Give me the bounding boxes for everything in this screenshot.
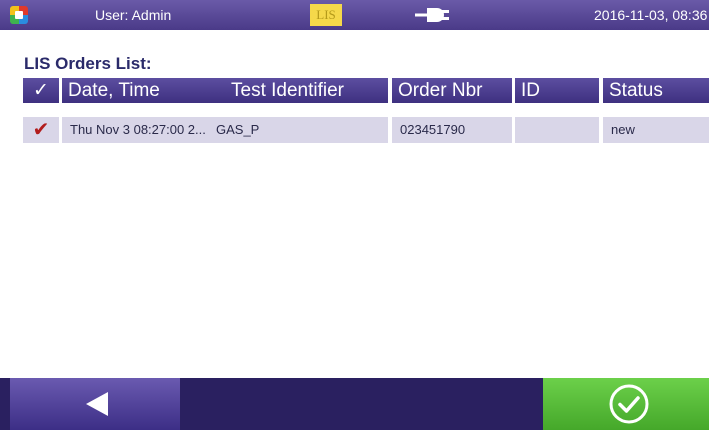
back-button[interactable]: [10, 378, 180, 430]
table-header: ✓ Date, Time Test Identifier Order Nbr I…: [23, 78, 709, 103]
cell-date-time: Thu Nov 3 08:27:00 2...: [62, 117, 212, 143]
column-header-select[interactable]: ✓: [23, 78, 59, 103]
column-header-id[interactable]: ID: [515, 78, 599, 103]
user-label[interactable]: User: Admin: [95, 7, 171, 23]
checkmark-circle-icon: [609, 384, 649, 424]
column-header-test-identifier[interactable]: Test Identifier: [225, 78, 388, 103]
cell-status: new: [603, 117, 709, 143]
page-title: LIS Orders List:: [24, 54, 152, 73]
column-header-order-nbr[interactable]: Order Nbr: [392, 78, 512, 103]
row-checkmark-icon[interactable]: ✔: [23, 117, 59, 143]
confirm-button[interactable]: [543, 378, 709, 430]
lis-badge[interactable]: LIS: [310, 4, 342, 26]
column-header-date-time[interactable]: Date, Time: [62, 78, 245, 103]
plug-icon: [415, 8, 449, 22]
cell-test-identifier: GAS_P: [212, 117, 388, 143]
app-logo-icon[interactable]: [10, 6, 28, 24]
status-bar: User: Admin LIS 2016-11-03, 08:36: [0, 0, 709, 30]
cell-order-nbr: 023451790: [392, 117, 512, 143]
datetime: 2016-11-03, 08:36: [594, 7, 708, 23]
column-header-status[interactable]: Status: [603, 78, 709, 103]
back-arrow-icon: [86, 392, 108, 416]
table-row[interactable]: ✔ Thu Nov 3 08:27:00 2... GAS_P 02345179…: [23, 117, 709, 143]
cell-id: [515, 117, 599, 143]
